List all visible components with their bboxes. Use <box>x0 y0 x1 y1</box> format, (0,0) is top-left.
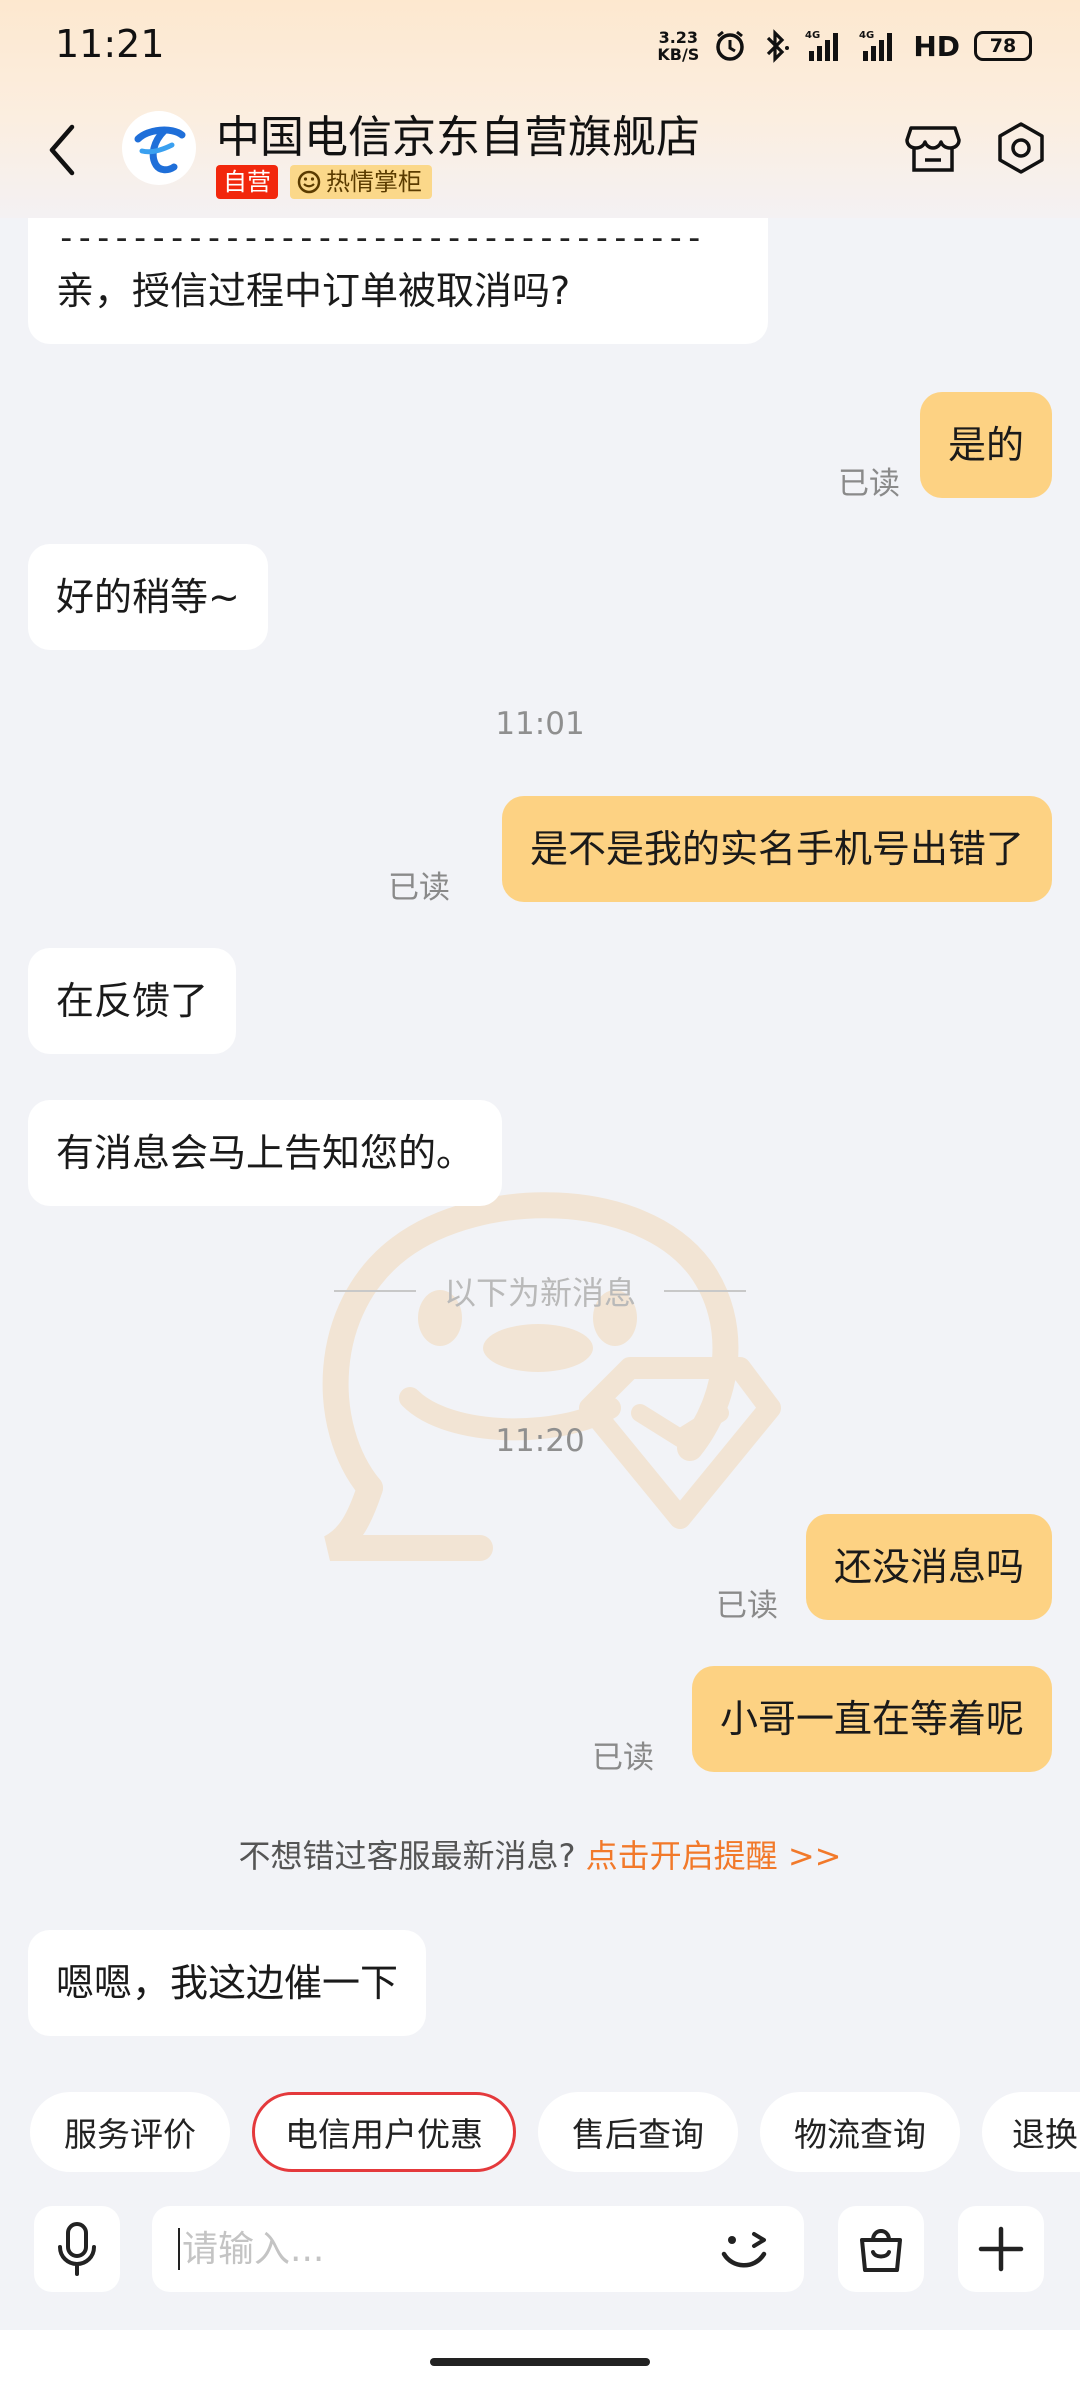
smile-badge-icon <box>297 170 321 194</box>
message-input-container <box>152 2206 804 2292</box>
divider-line <box>664 1290 746 1292</box>
chip-telecom-user-offer[interactable]: 电信用户优惠 <box>252 2092 516 2172</box>
input-bar <box>0 2190 1080 2330</box>
nav-bar: 中国电信京东自营旗舰店 自营 热情掌柜 <box>0 95 1080 210</box>
battery-icon: 78 <box>974 31 1032 61</box>
store-button[interactable] <box>902 117 964 179</box>
new-messages-divider: 以下为新消息 <box>0 1268 1080 1314</box>
message-outgoing[interactable]: 还没消息吗 <box>805 1514 1052 1620</box>
message-incoming[interactable]: 在反馈了 <box>28 948 237 1054</box>
settings-icon <box>998 122 1044 174</box>
chat-message-list[interactable]: ----------------------------------- 亲，授信… <box>0 188 1080 2088</box>
status-time: 11:21 <box>55 22 165 66</box>
chat-header: 11:21 3.23 KB/S 4G 4G HD 78 中国电信京东自营旗舰店 … <box>0 0 1080 218</box>
signal-icon-2: 4G <box>859 29 899 63</box>
network-speed-value: 3.23 <box>658 28 699 47</box>
message-timestamp: 11:20 <box>495 1423 585 1459</box>
battery-level: 78 <box>989 35 1017 57</box>
hot-keeper-tag[interactable]: 热情掌柜 <box>290 165 432 199</box>
read-receipt: 已读 <box>592 1740 654 1776</box>
read-receipt: 已读 <box>716 1588 778 1624</box>
voice-button[interactable] <box>34 2206 120 2292</box>
chip-service-rating[interactable]: 服务评价 <box>30 2092 230 2172</box>
message-timestamp: 11:01 <box>495 706 585 742</box>
chip-logistics-query[interactable]: 物流查询 <box>760 2092 960 2172</box>
message-outgoing[interactable]: 是不是我的实名手机号出错了 <box>501 796 1052 902</box>
chip-return-exchange[interactable]: 退换 <box>982 2092 1080 2172</box>
message-text: 亲，授信过程中订单被取消吗? <box>56 269 571 313</box>
chip-after-sales-query[interactable]: 售后查询 <box>538 2092 738 2172</box>
shop-name[interactable]: 中国电信京东自营旗舰店 <box>216 101 700 165</box>
message-separator: ----------------------------------- <box>56 218 704 258</box>
emoji-button[interactable] <box>714 2220 774 2280</box>
self-operated-tag: 自营 <box>216 165 278 199</box>
watermark-icon <box>290 1168 790 1618</box>
read-receipt: 已读 <box>838 466 900 502</box>
shopping-bag-icon <box>860 2229 902 2272</box>
read-receipt: 已读 <box>388 870 450 906</box>
hot-keeper-label: 热情掌柜 <box>326 168 422 196</box>
alarm-icon <box>713 29 747 63</box>
message-outgoing[interactable]: 小哥一直在等着呢 <box>691 1666 1052 1772</box>
svg-text:4G: 4G <box>859 30 874 41</box>
message-incoming[interactable]: 嗯嗯，我这边催一下 <box>28 1930 427 2036</box>
back-arrow-icon <box>49 124 75 176</box>
message-incoming[interactable]: 有消息会马上告知您的。 <box>28 1100 503 1206</box>
status-icons: 3.23 KB/S 4G 4G HD 78 <box>657 24 1032 68</box>
divider-label: 以下为新消息 <box>443 1274 636 1312</box>
message-incoming[interactable]: 好的稍等~ <box>28 544 268 650</box>
status-bar: 11:21 3.23 KB/S 4G 4G HD 78 <box>0 0 1080 90</box>
notification-prompt-text: 不想错过客服最新消息? <box>238 1837 576 1875</box>
network-speed-unit: KB/S <box>657 45 700 64</box>
message-outgoing[interactable]: 是的 <box>919 392 1052 498</box>
network-speed: 3.23 KB/S <box>657 29 699 63</box>
china-telecom-logo-icon <box>134 126 186 174</box>
shop-avatar[interactable] <box>122 111 196 185</box>
plus-icon <box>978 2226 1024 2272</box>
microphone-icon <box>58 2222 96 2276</box>
shop-tags: 自营 热情掌柜 <box>216 165 432 199</box>
quick-reply-chips[interactable]: 服务评价 电信用户优惠 售后查询 物流查询 退换 <box>0 2092 1080 2178</box>
settings-button[interactable] <box>990 117 1052 179</box>
signal-icon-1: 4G <box>805 29 845 63</box>
wink-emoji-icon <box>721 2232 767 2268</box>
store-icon <box>905 126 961 172</box>
more-button[interactable] <box>958 2206 1044 2292</box>
bluetooth-icon <box>761 28 791 64</box>
notification-prompt: 不想错过客服最新消息? 点击开启提醒 >> <box>0 1831 1080 1877</box>
enable-reminder-link[interactable]: 点击开启提醒 >> <box>586 1837 842 1875</box>
order-button[interactable] <box>838 2206 924 2292</box>
message-input[interactable] <box>178 2228 698 2270</box>
navigation-area <box>0 2330 1080 2400</box>
svg-text:4G: 4G <box>805 30 820 41</box>
hd-label: HD <box>913 29 960 63</box>
home-indicator[interactable] <box>430 2358 650 2366</box>
back-button[interactable] <box>40 117 84 183</box>
divider-line <box>333 1290 416 1292</box>
